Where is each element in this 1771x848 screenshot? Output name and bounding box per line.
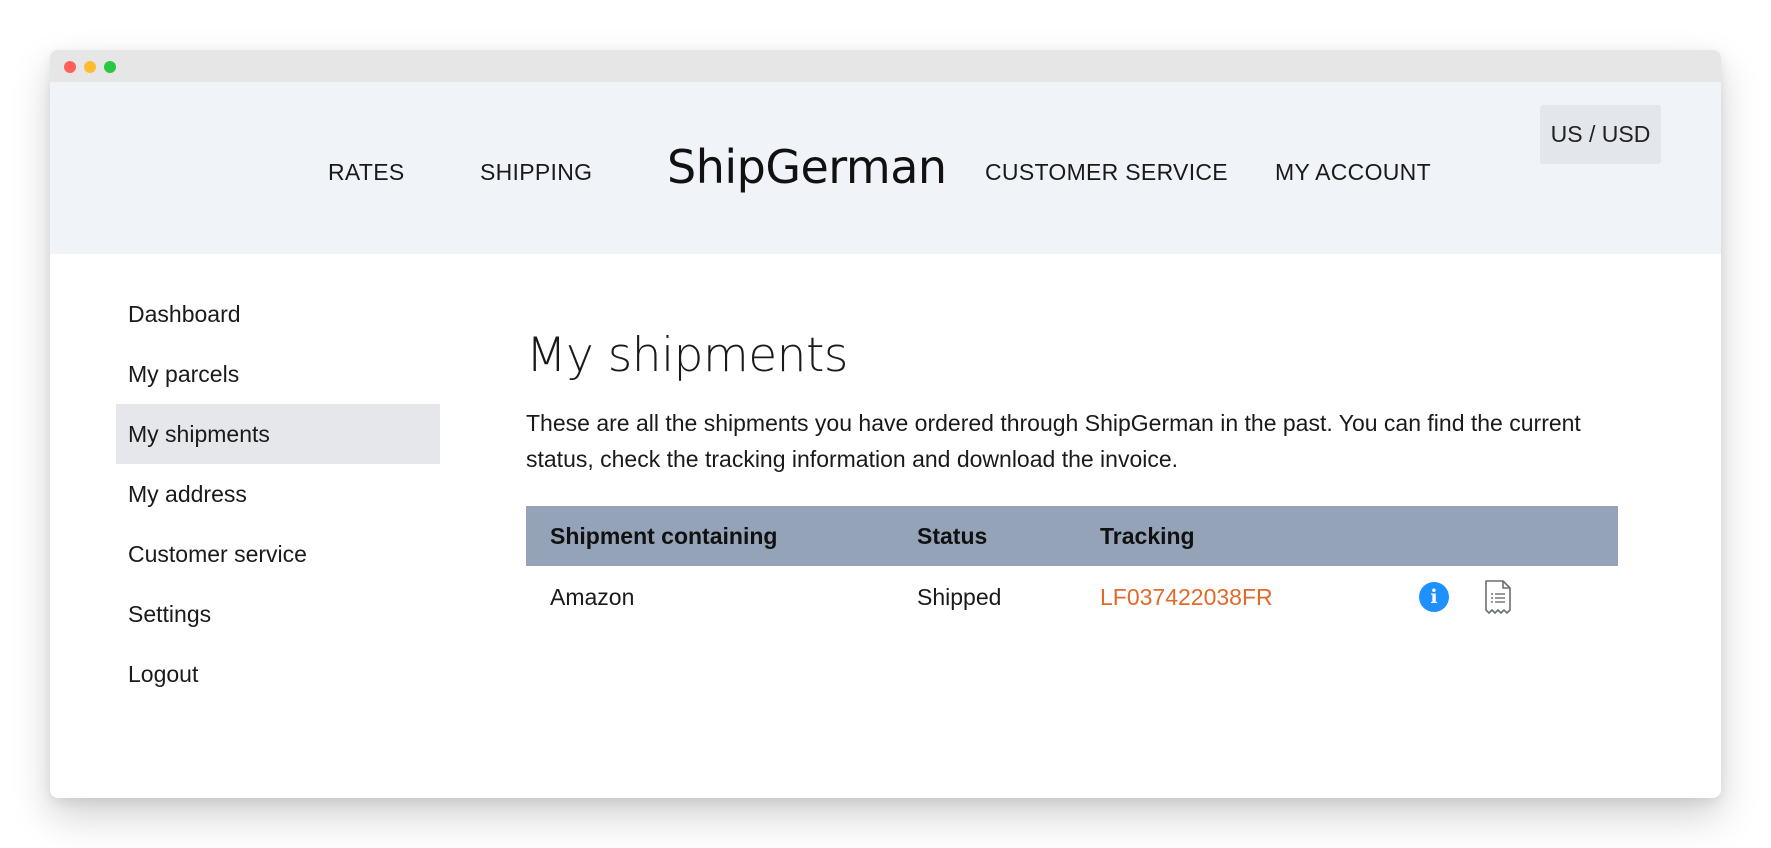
column-header-status: Status: [917, 522, 988, 549]
minimize-window-button[interactable]: [84, 61, 96, 73]
page-title: My shipments: [526, 328, 848, 383]
account-sidebar: Dashboard My parcels My shipments My add…: [116, 284, 440, 704]
sidebar-item-my-address[interactable]: My address: [116, 464, 440, 524]
column-header-tracking: Tracking: [1100, 522, 1195, 549]
shipments-table: Shipment containing Status Tracking Amaz…: [526, 506, 1618, 628]
shipment-cell: Amazon: [550, 583, 635, 610]
nav-rates[interactable]: RATES: [328, 159, 404, 186]
window-titlebar: [50, 50, 1721, 82]
sidebar-item-my-parcels[interactable]: My parcels: [116, 344, 440, 404]
tracking-link[interactable]: LF037422038FR: [1100, 584, 1273, 611]
column-header-shipment: Shipment containing: [550, 522, 778, 549]
sidebar-item-my-shipments[interactable]: My shipments: [116, 404, 440, 464]
invoice-icon[interactable]: [1484, 580, 1512, 620]
info-icon[interactable]: i: [1419, 582, 1449, 612]
table-row: Amazon Shipped LF037422038FR i: [526, 566, 1618, 628]
nav-shipping[interactable]: SHIPPING: [480, 159, 592, 186]
site-header: RATES SHIPPING ShipGerman CUSTOMER SERVI…: [50, 82, 1721, 254]
nav-customer-service[interactable]: CUSTOMER SERVICE: [985, 159, 1228, 186]
sidebar-item-logout[interactable]: Logout: [116, 644, 440, 704]
currency-selector[interactable]: US / USD: [1540, 105, 1661, 164]
page-intro: These are all the shipments you have ord…: [526, 410, 1581, 472]
maximize-window-button[interactable]: [104, 61, 116, 73]
nav-my-account[interactable]: MY ACCOUNT: [1275, 159, 1431, 186]
sidebar-item-settings[interactable]: Settings: [116, 584, 440, 644]
site-logo[interactable]: ShipGerman: [667, 140, 947, 194]
sidebar-item-dashboard[interactable]: Dashboard: [116, 284, 440, 344]
close-window-button[interactable]: [64, 61, 76, 73]
sidebar-item-customer-service[interactable]: Customer service: [116, 524, 440, 584]
main-content: My shipments These are all the shipments…: [526, 328, 1618, 477]
table-header: Shipment containing Status Tracking: [526, 506, 1618, 566]
status-cell: Shipped: [917, 583, 1002, 610]
